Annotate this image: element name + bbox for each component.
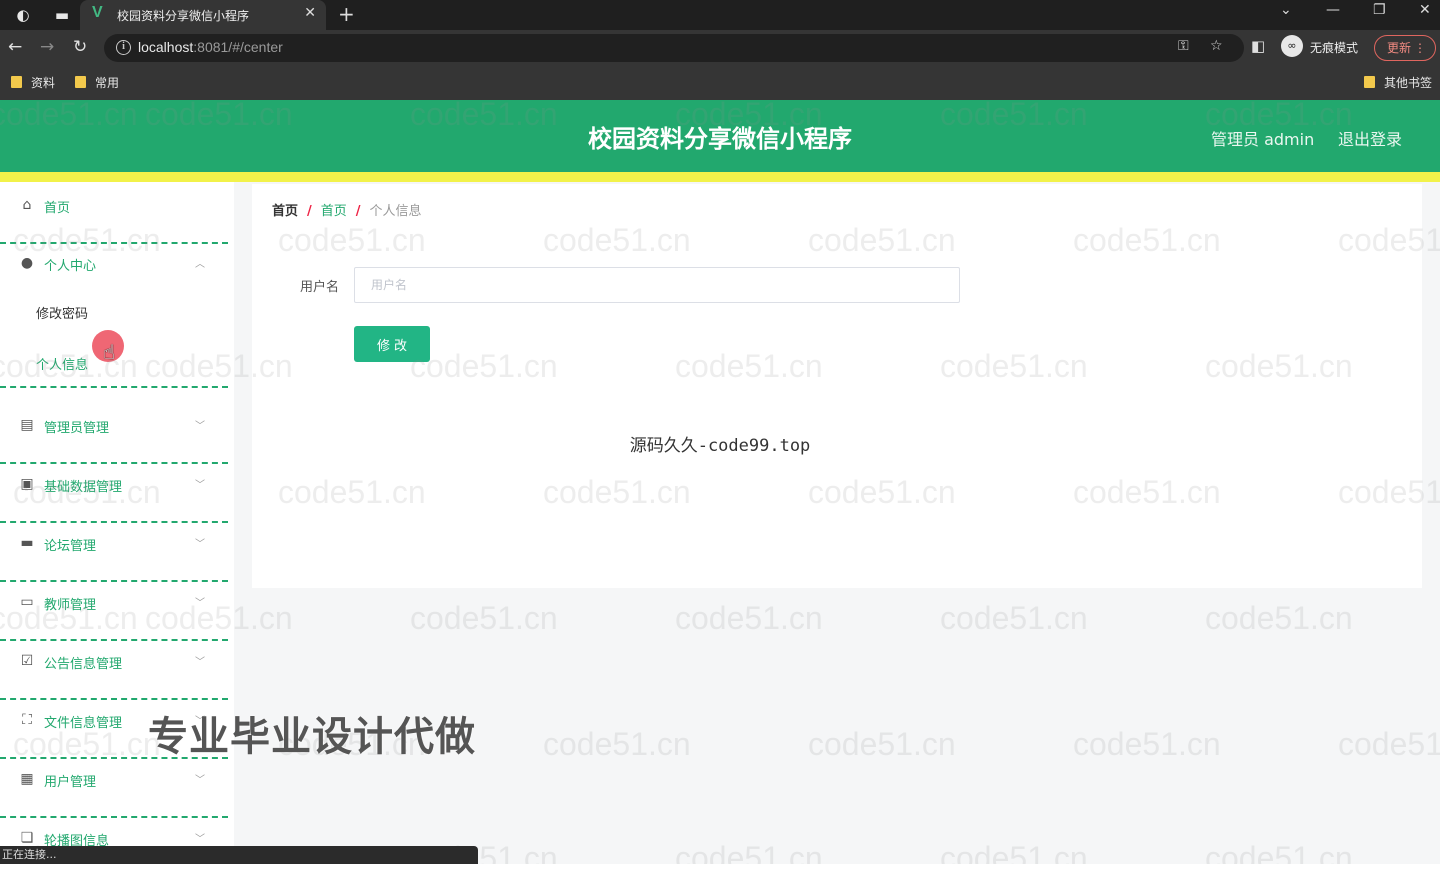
user-icon: ● — [20, 255, 34, 271]
sidebar-item-forum[interactable]: ▬ 论坛管理 ﹀ — [0, 524, 228, 582]
chat-icon: ▣ — [20, 476, 34, 492]
menu-divider — [0, 386, 228, 388]
menu-divider — [0, 580, 228, 582]
tab-list-chevron-icon[interactable]: ⌄ — [1280, 2, 1292, 18]
chevron-down-icon: ﹀ — [195, 539, 205, 550]
url-text[interactable]: localhost:8081/#/center — [138, 39, 283, 55]
close-window-icon[interactable]: ✕ — [1419, 2, 1431, 18]
browser-tab-active[interactable]: V 校园资料分享微信小程序 ✕ — [80, 0, 326, 30]
breadcrumb: 首页 / 首页 / 个人信息 — [272, 200, 422, 219]
logout-link[interactable]: 退出登录 — [1338, 126, 1402, 150]
id-card-icon: ▭ — [20, 594, 34, 610]
menu-divider — [0, 698, 228, 700]
new-tab-icon[interactable]: + — [338, 2, 355, 26]
browser-address-bar: ← → ↻ i localhost:8081/#/center ⚿ ☆ ◧ ∞ … — [0, 30, 1440, 66]
folder-icon — [1364, 76, 1375, 88]
sidebar-item-label: 基础数据管理 — [44, 480, 123, 495]
admin-user-label: 管理员 admin — [1211, 130, 1315, 149]
sidebar-item-notice[interactable]: ☑ 公告信息管理 ﹀ — [0, 642, 228, 700]
menu-divider — [0, 639, 228, 641]
chevron-down-icon: ﹀ — [195, 657, 205, 668]
breadcrumb-mid[interactable]: 首页 — [321, 204, 347, 219]
hand-cursor-icon: ☝ — [103, 340, 116, 364]
update-button[interactable]: 修改 — [354, 326, 430, 362]
home-icon: ⌂ — [22, 197, 32, 213]
header-accent-strip — [0, 172, 1440, 182]
username-input[interactable] — [354, 267, 960, 303]
promo-overlay-text: 专业毕业设计代做 — [148, 714, 476, 760]
forum-icon: ▬ — [20, 535, 34, 551]
vue-favicon-icon: V — [92, 4, 103, 21]
sidebar-item-user[interactable]: ▦ 用户管理 ﹀ — [0, 760, 228, 818]
personal-info-card: 首页 / 首页 / 个人信息 用户名 修改 — [252, 184, 1422, 588]
sidebar-item-teacher[interactable]: ▭ 教师管理 ﹀ — [0, 583, 228, 641]
minimize-icon[interactable]: — — [1326, 2, 1340, 18]
back-icon[interactable]: ← — [8, 37, 22, 57]
app-header: 校园资料分享微信小程序 管理员 admin 退出登录 — [0, 100, 1440, 172]
chevron-down-icon: ﹀ — [195, 598, 205, 609]
password-key-icon[interactable]: ⚿ — [1178, 38, 1189, 54]
breadcrumb-current: 个人信息 — [369, 204, 422, 219]
bookmarks-bar: 资料 常用 其他书签 — [0, 66, 1440, 100]
browser-update-button[interactable]: 更新 ⋮ — [1374, 35, 1436, 61]
submenu-change-password[interactable]: 修改密码 — [36, 303, 88, 322]
sidebar-item-label: 文件信息管理 — [44, 716, 123, 731]
chevron-up-icon: ︿ — [195, 259, 205, 270]
more-menu-icon: ⋮ — [1414, 41, 1426, 55]
bookmark-star-icon[interactable]: ☆ — [1210, 38, 1223, 54]
reload-icon[interactable]: ↻ — [73, 37, 87, 57]
video-caption: 源码久久-code99.top — [629, 436, 811, 456]
menu-divider — [0, 816, 228, 818]
site-info-icon[interactable]: i — [116, 40, 131, 55]
browser-profile-icon[interactable]: ◐ — [13, 5, 33, 25]
menu-divider — [0, 521, 228, 523]
folder-icon — [11, 76, 22, 88]
breadcrumb-home[interactable]: 首页 — [272, 204, 298, 219]
tab-title: 校园资料分享微信小程序 — [117, 9, 250, 23]
sidebar-item-basic-data[interactable]: ▣ 基础数据管理 ﹀ — [0, 465, 228, 523]
sidebar-item-label: 公告信息管理 — [44, 657, 123, 672]
tab-search-icon[interactable]: ▬ — [52, 5, 72, 25]
submenu-personal-info[interactable]: 个人信息 — [36, 354, 88, 373]
bookmark-folder-ziliao[interactable]: 资料 — [11, 74, 55, 91]
folder-icon — [75, 76, 86, 88]
chevron-down-icon: ﹀ — [195, 421, 205, 432]
sidebar-item-home[interactable]: ⌂ 首页 — [0, 186, 228, 244]
chevron-down-icon: ﹀ — [195, 480, 205, 491]
browser-tab-bar: ◐ ▬ V 校园资料分享微信小程序 ✕ + ⌄ — ❐ ✕ — [0, 0, 1440, 30]
incognito-icon: ∞ — [1281, 35, 1303, 57]
username-label: 用户名 — [300, 280, 340, 295]
notice-check-icon: ☑ — [20, 653, 34, 669]
sidebar-item-label: 首页 — [44, 201, 71, 216]
forward-icon[interactable]: → — [40, 37, 54, 57]
breadcrumb-separator: / — [307, 204, 312, 219]
sidebar-item-label: 教师管理 — [44, 598, 97, 613]
fullscreen-icon: ⛶ — [22, 712, 32, 728]
chevron-down-icon: ﹀ — [195, 834, 205, 845]
incognito-label: 无痕模式 — [1310, 41, 1359, 55]
omnibox[interactable]: i localhost:8081/#/center ⚿ ☆ — [104, 34, 1244, 62]
sidebar-item-personal-center[interactable]: ● 个人中心 ︿ — [0, 244, 228, 302]
bookmark-folder-changyong[interactable]: 常用 — [75, 74, 119, 91]
sidebar-item-label: 用户管理 — [44, 775, 97, 790]
menu-divider — [0, 462, 228, 464]
breadcrumb-separator: / — [355, 204, 361, 219]
tab-close-icon[interactable]: ✕ — [304, 5, 316, 21]
restore-icon[interactable]: ❐ — [1373, 2, 1386, 18]
sidebar-item-label: 个人中心 — [44, 259, 97, 274]
bookmark-folder-other[interactable]: 其他书签 — [1364, 74, 1432, 91]
sidebar-item-label: 论坛管理 — [44, 539, 97, 554]
browser-status-bar: 正在连接... — [0, 846, 478, 864]
chevron-down-icon: ﹀ — [195, 775, 205, 786]
update-label: 更新 — [1387, 41, 1412, 55]
side-panel-icon[interactable]: ◧ — [1251, 37, 1265, 55]
copy-icon: ❏ — [20, 830, 34, 846]
grid-icon: ▦ — [20, 771, 34, 787]
